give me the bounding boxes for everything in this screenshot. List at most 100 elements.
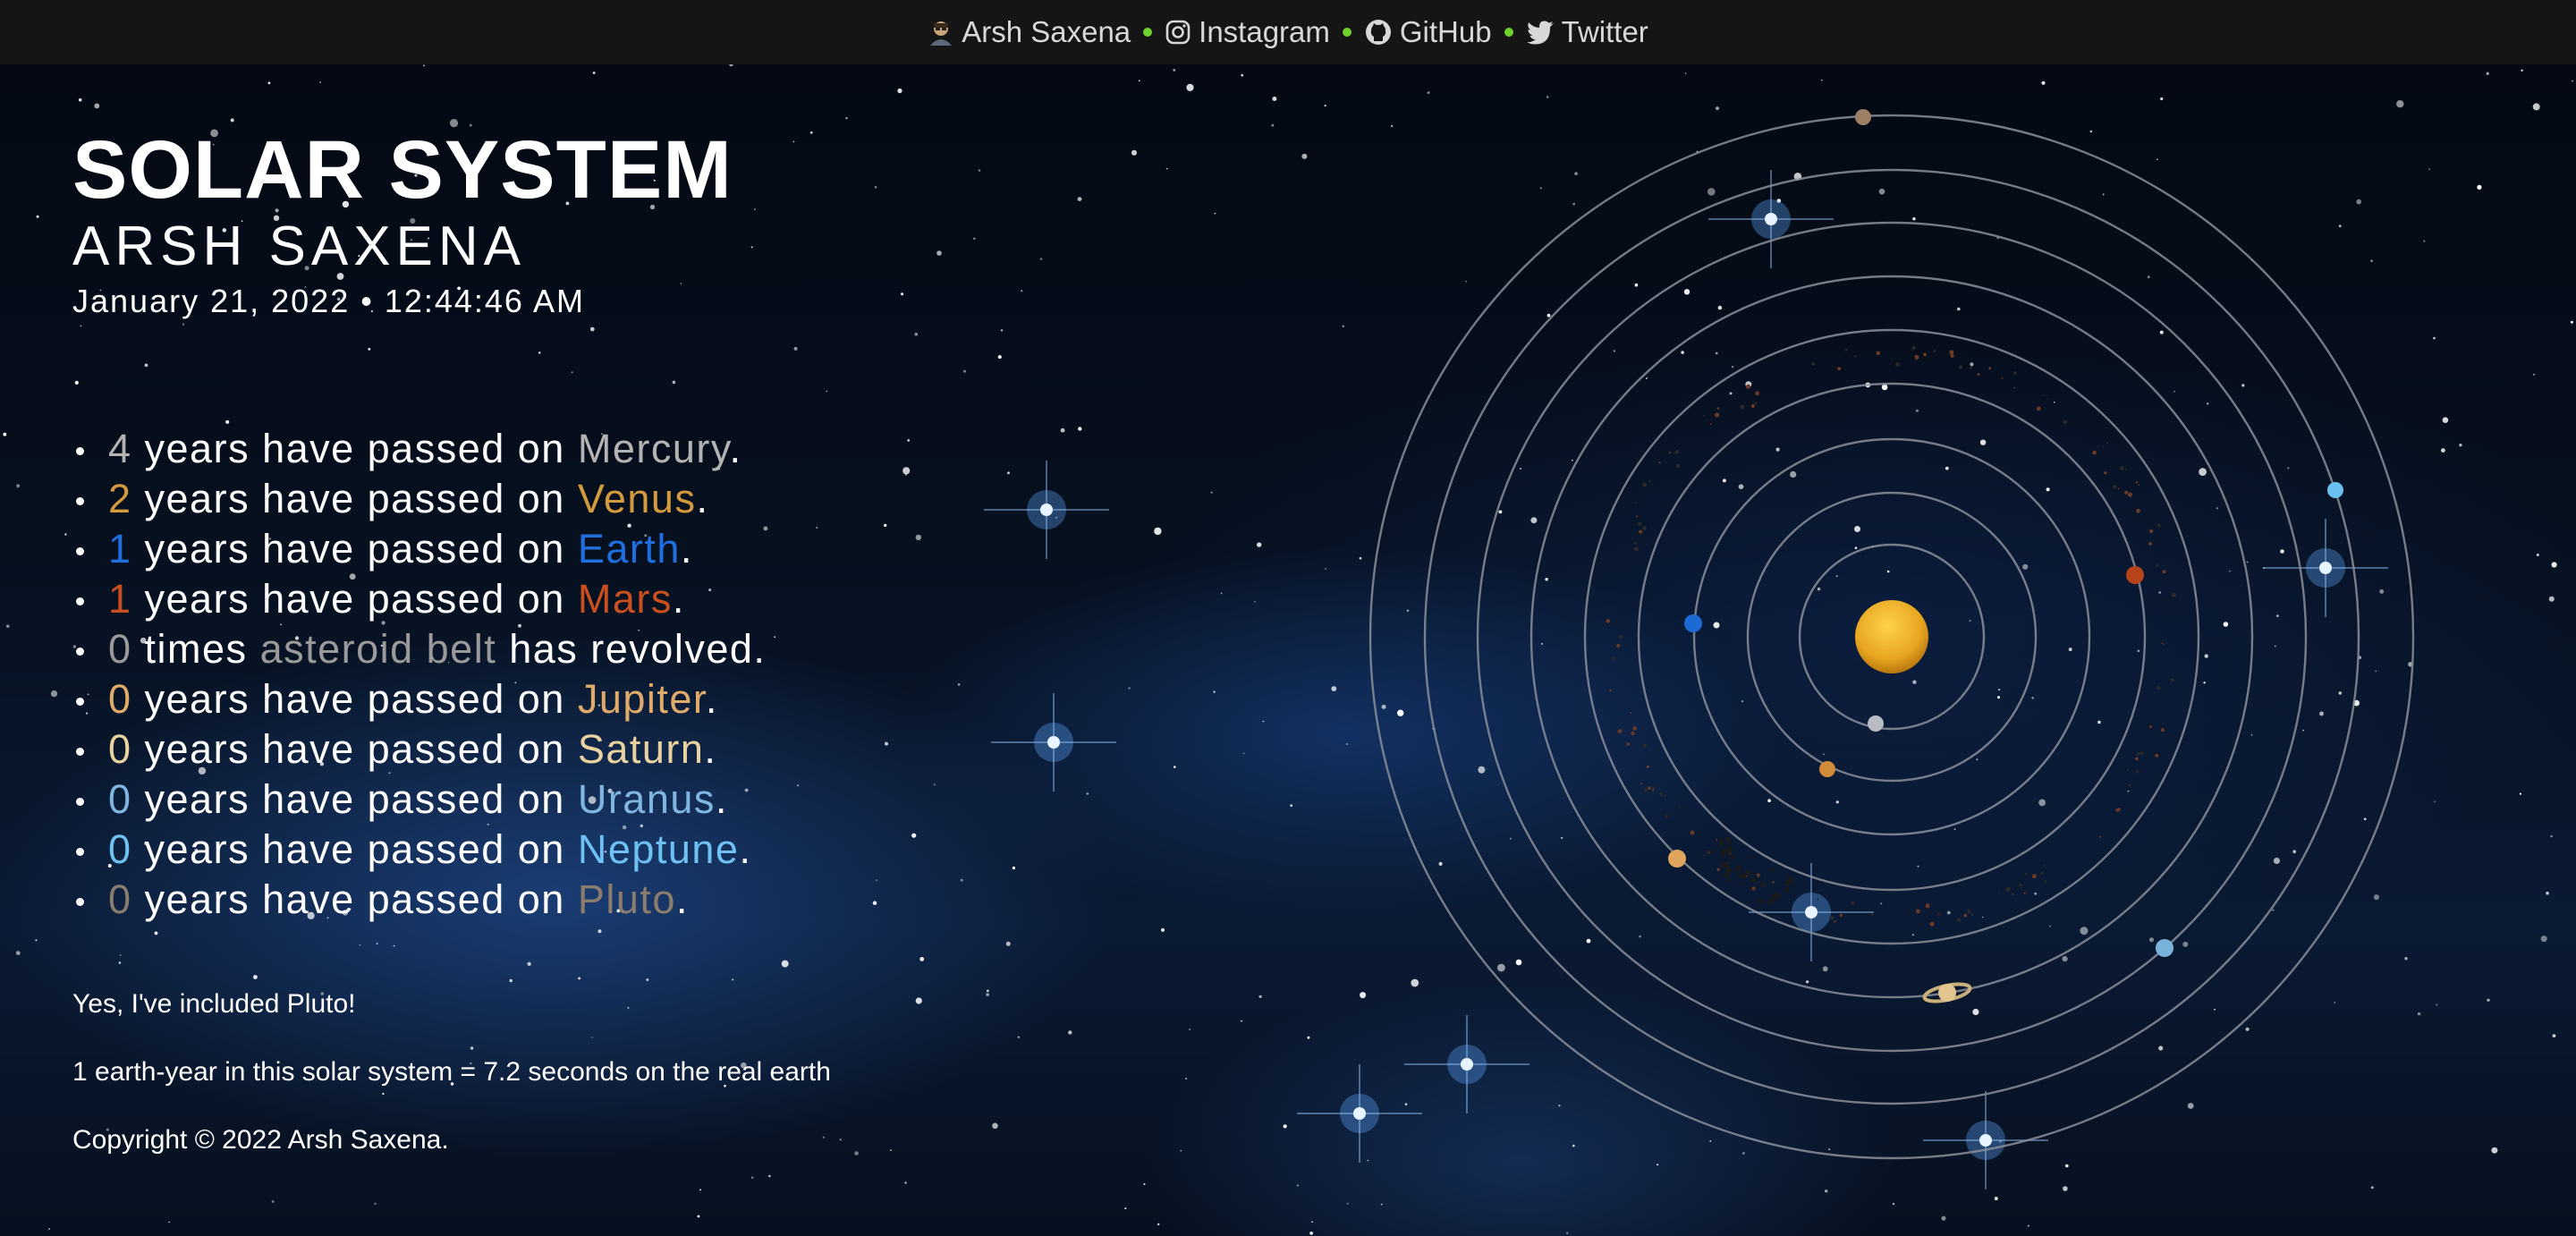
suffix-earth: . (680, 526, 693, 571)
asteroid (1998, 892, 2000, 894)
planet-earth (1684, 614, 1702, 632)
asteroid (2148, 542, 2152, 546)
asteroid (2001, 377, 2004, 380)
asteroid (1895, 362, 1901, 367)
text-saturn: years have passed on (131, 726, 578, 772)
github-icon (1364, 18, 1393, 47)
asteroid (1977, 373, 1980, 376)
asteroid (1933, 350, 1936, 352)
asteroid (1630, 712, 1631, 715)
asteroid (1949, 350, 1954, 355)
asteroid (2124, 490, 2129, 495)
name-mercury: Mercury (577, 426, 730, 471)
author-link[interactable]: Arsh Saxena (928, 15, 1131, 49)
asteroid (2046, 398, 2049, 401)
name-asteroid-belt: asteroid belt (259, 626, 497, 672)
asteroid (1925, 903, 1930, 909)
asteroid (1740, 882, 1743, 885)
asteroid (1786, 875, 1789, 877)
asteroid (2157, 685, 2161, 690)
list-item-uranus: 0 years have passed on Uranus. (72, 775, 877, 825)
asteroid (1911, 346, 1916, 351)
footer-notes: Yes, I've included Pluto! 1 earth-year i… (72, 987, 877, 1157)
twitter-link-label: Twitter (1561, 15, 1648, 48)
count-pluto: 0 (108, 876, 132, 922)
asteroid (2031, 874, 2037, 879)
suffix-mercury: . (729, 426, 742, 471)
asteroid (1716, 868, 1720, 871)
asteroid (2117, 487, 2120, 490)
asteroid (1817, 898, 1819, 901)
asteroid (1721, 848, 1728, 855)
asteroid (1755, 391, 1760, 396)
asteroid (1727, 878, 1732, 883)
count-saturn: 0 (108, 726, 132, 772)
asteroid (1632, 726, 1637, 731)
asteroid (1722, 874, 1725, 877)
asteroid (1720, 861, 1727, 868)
github-link[interactable]: GitHub (1364, 15, 1492, 49)
asteroid (1711, 849, 1716, 853)
asteroid (1854, 355, 1856, 358)
twitter-link[interactable]: Twitter (1526, 15, 1648, 49)
asteroid (1631, 731, 1635, 736)
asteroid (1740, 404, 1745, 410)
asteroid (2102, 445, 2105, 448)
count-asteroid-belt: 0 (108, 626, 132, 672)
asteroid (1634, 541, 1638, 545)
asteroid (1750, 857, 1754, 859)
asteroid (2126, 768, 2129, 771)
asteroid (1635, 502, 1637, 504)
planet-jupiter (1668, 850, 1686, 868)
suffix-mars: . (672, 576, 685, 622)
asteroid (2138, 484, 2140, 487)
asteroid (1784, 887, 1790, 893)
asteroid (1703, 854, 1706, 857)
asteroid (2129, 784, 2131, 786)
asteroid (2136, 752, 2140, 757)
asteroid (2157, 523, 2161, 528)
asteroid (1772, 881, 1775, 884)
asteroid (1658, 461, 1661, 464)
asteroid (2115, 808, 2120, 812)
asteroid (1675, 463, 1681, 469)
asteroid (1652, 789, 1655, 792)
asteroid (2044, 880, 2047, 883)
asteroid (1729, 842, 1732, 844)
top-nav-bar: Arsh Saxena Instagram GitHub Twitter (0, 0, 2576, 64)
asteroid (1678, 806, 1681, 808)
name-earth: Earth (577, 526, 681, 571)
author-link-label: Arsh Saxena (962, 15, 1131, 48)
asteroid (2155, 753, 2159, 758)
asteroid (2161, 642, 2164, 645)
count-mars: 1 (108, 576, 132, 622)
name-uranus: Uranus (577, 776, 716, 822)
asteroid (2036, 406, 2041, 411)
list-item-neptune: 0 years have passed on Neptune. (72, 825, 877, 875)
github-link-label: GitHub (1399, 15, 1492, 48)
name-neptune: Neptune (577, 826, 740, 872)
asteroid (2043, 394, 2046, 397)
list-item-pluto: 0 years have passed on Pluto. (72, 875, 877, 925)
sun (1855, 600, 1928, 673)
asteroid (1930, 902, 1933, 904)
asteroid (1725, 836, 1732, 842)
asteroid (1642, 526, 1647, 530)
asteroid (1750, 877, 1757, 884)
asteroid (2013, 386, 2016, 390)
asteroid (1746, 384, 1750, 389)
asteroid (2149, 529, 2154, 533)
asteroid (1758, 899, 1763, 903)
name-mars: Mars (577, 576, 673, 622)
asteroid (2106, 441, 2109, 444)
asteroid (1706, 851, 1711, 855)
page-subtitle: ARSH SAXENA (72, 216, 527, 277)
asteroid (1674, 449, 1679, 454)
instagram-link-label: Instagram (1199, 15, 1330, 48)
instagram-link[interactable]: Instagram (1165, 15, 1330, 49)
asteroid (1648, 480, 1651, 483)
count-uranus: 0 (108, 776, 132, 822)
asteroid (2135, 481, 2139, 484)
count-venus: 2 (108, 476, 132, 521)
asteroid (1950, 353, 1954, 358)
